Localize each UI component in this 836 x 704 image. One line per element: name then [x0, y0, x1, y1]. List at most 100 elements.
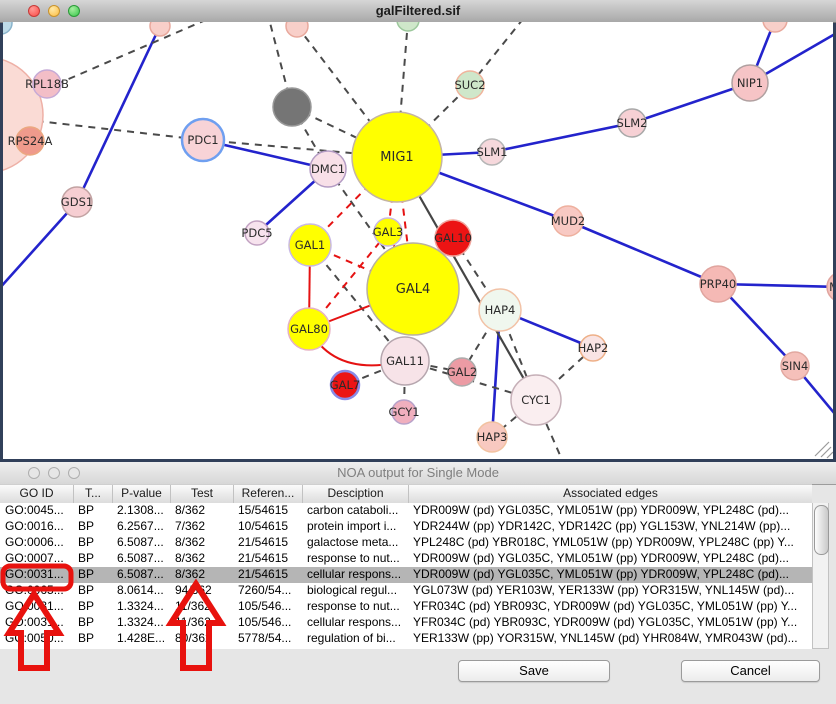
cell-go-id: GO:0065... [0, 583, 73, 599]
cell-test: 11/362 [170, 615, 233, 631]
node-label: SUC2 [454, 78, 485, 92]
table-row[interactable]: GO:0050...BP1.428E...80/3625778/54...reg… [0, 631, 812, 647]
cell-reference: 105/546... [233, 599, 302, 615]
node-label: GAL3 [373, 225, 404, 239]
cell-p-value: 8.0614... [112, 583, 170, 599]
cell-p-value: 6.5087... [112, 551, 170, 567]
cancel-button[interactable]: Cancel [681, 660, 820, 682]
node-label: NIP1 [737, 76, 763, 90]
node-label: CYC1 [521, 393, 551, 407]
cell-reference: 7260/54... [233, 583, 302, 599]
cell-description: carbon cataboli... [302, 503, 408, 519]
node-label: GDS1 [61, 195, 93, 209]
cell-associated-edges: YDR009W (pd) YGL035C, YML051W (pp) YDR00… [408, 567, 812, 583]
network-canvas[interactable]: RPL18BRPS24AGDS1PDC1PDC5DMC1MIG1SUC2SLM1… [3, 22, 833, 459]
cell-test: 7/362 [170, 519, 233, 535]
node-label: GAL80 [290, 322, 328, 336]
node-label: GAL2 [447, 365, 478, 379]
cell-test: 11/362 [170, 599, 233, 615]
cell-associated-edges: YDR244W (pp) YDR142C, YDR142C (pp) YGL15… [408, 519, 812, 535]
node-label: MIG1 [380, 150, 413, 165]
cell-description: protein import i... [302, 519, 408, 535]
node-label: PDC1 [187, 133, 218, 147]
cell-reference: 21/54615 [233, 567, 302, 583]
column-header-description[interactable]: Desciption [302, 485, 408, 503]
table-row[interactable]: GO:0031...BP1.3324...11/362105/546...res… [0, 599, 812, 615]
node-tp3[interactable] [763, 22, 787, 32]
node-label: SIN4 [782, 359, 809, 373]
cell-p-value: 6.5087... [112, 567, 170, 583]
node-tp2[interactable] [286, 22, 308, 37]
cell-description: biological regul... [302, 583, 408, 599]
cell-description: galactose meta... [302, 535, 408, 551]
cell-go-id: GO:0050... [0, 631, 73, 647]
column-header-associated-edges[interactable]: Associated edges [408, 485, 812, 503]
cell-go-id: GO:0045... [0, 503, 73, 519]
column-header-reference[interactable]: Referen... [233, 485, 302, 503]
table-row[interactable]: GO:0065...BP8.0614...94/3627260/54...bio… [0, 583, 812, 599]
cell-type: BP [73, 535, 112, 551]
table-body: GO:0045...BP2.1308...8/36215/54615carbon… [0, 503, 812, 649]
table-header: GO ID T... P-value Test Referen... Desci… [0, 484, 812, 504]
column-header-go-id[interactable]: GO ID [0, 485, 73, 503]
node-tg[interactable] [397, 22, 419, 31]
cell-reference: 15/54615 [233, 503, 302, 519]
cell-type: BP [73, 503, 112, 519]
table-row[interactable]: GO:0045...BP2.1308...8/36215/54615carbon… [0, 503, 812, 519]
table-row[interactable]: GO:0007...BP6.5087...8/36221/54615respon… [0, 551, 812, 567]
cell-p-value: 6.2567... [112, 519, 170, 535]
node-label: GAL11 [386, 354, 424, 368]
vertical-scrollbar[interactable] [812, 503, 829, 649]
network-titlebar[interactable]: galFiltered.sif [0, 0, 836, 23]
column-header-test[interactable]: Test [170, 485, 233, 503]
cell-go-id: GO:0006... [0, 535, 73, 551]
cell-p-value: 1.3324... [112, 615, 170, 631]
cell-test: 8/362 [170, 535, 233, 551]
table-row[interactable]: GO:0016...BP6.2567...7/36210/54615protei… [0, 519, 812, 535]
resize-grip[interactable] [815, 442, 829, 456]
node-label: HAP4 [485, 303, 516, 317]
table-row[interactable]: GO:0031...BP1.3324...11/362105/546...cel… [0, 615, 812, 631]
window-title: galFiltered.sif [0, 0, 836, 22]
save-button[interactable]: Save [458, 660, 610, 682]
column-header-p-value[interactable]: P-value [112, 485, 170, 503]
node-label: GAL4 [396, 282, 430, 297]
cell-go-id: GO:0007... [0, 551, 73, 567]
node-label: HAP2 [578, 341, 609, 355]
cell-p-value: 1.3324... [112, 599, 170, 615]
cell-p-value: 1.428E... [112, 631, 170, 647]
node-tp1[interactable] [150, 22, 170, 36]
node-label: DMC1 [311, 162, 345, 176]
cell-test: 80/362 [170, 631, 233, 647]
cell-description: regulation of bi... [302, 631, 408, 647]
cell-associated-edges: YDR009W (pd) YGL035C, YML051W (pp) YDR00… [408, 503, 812, 519]
node-label: PRP40 [700, 277, 737, 291]
node-label: MSN [829, 280, 833, 294]
noa-titlebar[interactable]: NOA output for Single Mode [0, 462, 836, 485]
cell-description: cellular respons... [302, 615, 408, 631]
node-label: SLM1 [477, 145, 508, 159]
cell-p-value: 6.5087... [112, 535, 170, 551]
cell-type: BP [73, 583, 112, 599]
cell-reference: 10/54615 [233, 519, 302, 535]
cell-test: 8/362 [170, 551, 233, 567]
cell-reference: 105/546... [233, 615, 302, 631]
cell-associated-edges: YER133W (pp) YOR315W, YNL145W (pd) YHR08… [408, 631, 812, 647]
noa-window-title: NOA output for Single Mode [0, 462, 836, 484]
noa-output-window: NOA output for Single Mode GO ID T... P-… [0, 462, 836, 704]
node-corner[interactable] [3, 22, 12, 34]
node-grayNode[interactable] [273, 88, 311, 126]
scrollbar-thumb[interactable] [814, 505, 829, 555]
node-label: GCY1 [388, 405, 419, 419]
column-header-type[interactable]: T... [73, 485, 112, 503]
cell-type: BP [73, 551, 112, 567]
resize-grip[interactable] [827, 452, 833, 458]
edge [3, 202, 77, 290]
cell-type: BP [73, 599, 112, 615]
cell-test: 8/362 [170, 503, 233, 519]
table-row[interactable]: GO:0006...BP6.5087...8/36221/54615galact… [0, 535, 812, 551]
cell-type: BP [73, 519, 112, 535]
table-row[interactable]: GO:0031...BP6.5087...8/36221/54615cellul… [0, 567, 812, 583]
edge [568, 221, 718, 284]
cell-type: BP [73, 567, 112, 583]
